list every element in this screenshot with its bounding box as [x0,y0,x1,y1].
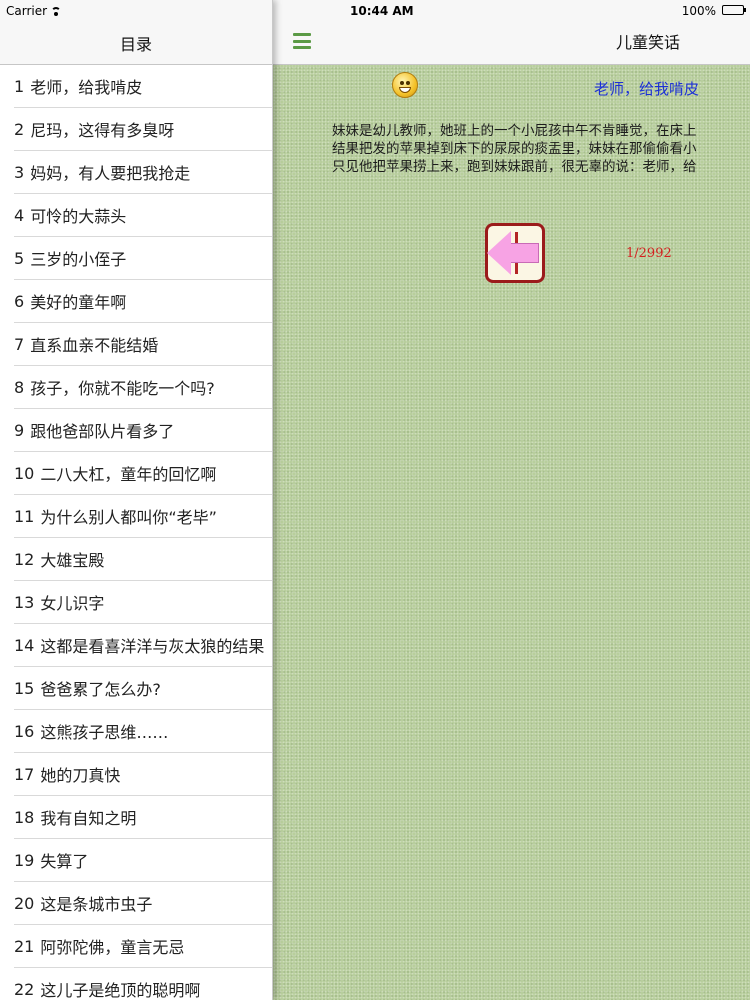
toc-item-number: 21 [14,936,35,956]
smiley-face-icon [392,72,418,98]
reader-title: 儿童笑话 [615,33,680,52]
wifi-icon [51,7,63,16]
toc-item-title: 三岁的小侄子 [30,250,127,269]
reader-pane: 10:44 AM 100% 儿童笑话 老师，给我啃皮 妹妹是幼儿教师，她班上的一… [273,0,750,1000]
toc-title: 目录 [119,35,152,54]
toc-item-title: 可怜的大蒜头 [30,207,127,226]
toc-item-number: 8 [14,377,25,397]
hamburger-menu-icon[interactable] [293,33,311,49]
toc-item[interactable]: 11 为什么别人都叫你“老毕” [14,495,272,538]
toc-item[interactable]: 2 尼玛，这得有多臭呀 [14,108,272,151]
toc-item-title: 爸爸累了怎么办? [40,680,161,699]
toc-nav-bar: 目录 [0,22,272,65]
joke-title: 老师，给我啃皮 [594,80,700,98]
toc-item-title: 美好的童年啊 [30,293,127,312]
toc-item[interactable]: 5 三岁的小侄子 [14,237,272,280]
battery-icon [722,5,746,15]
status-time: 10:44 AM [350,4,414,18]
toc-item-number: 15 [14,678,35,698]
toc-item-number: 16 [14,721,35,741]
toc-item[interactable]: 7 直系血亲不能结婚 [14,323,272,366]
toc-item-number: 10 [14,463,35,483]
toc-item[interactable]: 3 妈妈，有人要把我抢走 [14,151,272,194]
toc-item-title: 妈妈，有人要把我抢走 [30,164,191,183]
toc-item-title: 尼玛，这得有多臭呀 [30,121,175,140]
toc-sidebar: Carrier 目录 1 老师，给我啃皮 2 尼玛，这得有多臭呀 3 妈妈，有人要把我抢走… [0,0,273,1000]
toc-item[interactable]: 14 这都是看喜洋洋与灰太狼的结果 [14,624,272,667]
toc-item-number: 7 [14,334,25,354]
toc-item-title: 跟他爸部队片看多了 [30,422,175,441]
joke-line: 只见他把苹果捞上来，跑到妹妹跟前，很无辜的说：老师，给 [332,159,697,175]
toc-item-title: 孩子，你就不能吃一个吗? [30,379,215,398]
toc-item-title: 大雄宝殿 [40,551,105,570]
toc-item-title: 这都是看喜洋洋与灰太狼的结果 [40,637,265,656]
status-bar-right: 10:44 AM 100% [273,0,750,22]
toc-item-number: 14 [14,635,35,655]
back-arrow-icon[interactable] [485,223,545,283]
toc-item-number: 22 [14,979,35,999]
toc-item-title: 为什么别人都叫你“老毕” [40,508,217,527]
toc-item[interactable]: 12 大雄宝殿 [14,538,272,581]
carrier-text: Carrier [6,4,48,18]
toc-item[interactable]: 20 这是条城市虫子 [14,882,272,925]
toc-item[interactable]: 15 爸爸累了怎么办? [14,667,272,710]
toc-item-number: 5 [14,248,25,268]
toc-item[interactable]: 4 可怜的大蒜头 [14,194,272,237]
toc-item[interactable]: 22 这儿子是绝顶的聪明啊 [14,968,272,1000]
toc-item[interactable]: 17 她的刀真快 [14,753,272,796]
toc-item-title: 老师，给我啃皮 [30,78,143,97]
toc-item-number: 12 [14,549,35,569]
toc-item-title: 直系血亲不能结婚 [30,336,159,355]
toc-item-number: 19 [14,850,35,870]
toc-item[interactable]: 10 二八大杠，童年的回忆啊 [14,452,272,495]
toc-item-title: 二八大杠，童年的回忆啊 [40,465,217,484]
toc-item-number: 13 [14,592,35,612]
page-counter: 1/2992 [626,246,672,261]
toc-item-title: 她的刀真快 [40,766,121,785]
toc-item-number: 20 [14,893,35,913]
toc-item-title: 这是条城市虫子 [40,895,153,914]
toc-item-number: 1 [14,76,25,96]
toc-item[interactable]: 18 我有自知之明 [14,796,272,839]
toc-item[interactable]: 16 这熊孩子思维…… [14,710,272,753]
joke-line: 妹妹是幼儿教师，她班上的一个小屁孩中午不肯睡觉，在床上 [332,123,697,139]
toc-item-number: 4 [14,205,25,225]
battery-percent: 100% [681,4,716,18]
toc-item[interactable]: 21 阿弥陀佛，童言无忌 [14,925,272,968]
toc-item-title: 失算了 [40,852,89,871]
reader-nav-bar: 儿童笑话 [273,22,750,65]
carrier-label: Carrier [6,4,63,18]
status-bar-left: Carrier [0,0,272,22]
toc-item[interactable]: 8 孩子，你就不能吃一个吗? [14,366,272,409]
toc-item-number: 18 [14,807,35,827]
joke-line: 结果把发的苹果掉到床下的尿尿的痰盂里，妹妹在那偷偷看小 [332,141,697,157]
joke-body: 妹妹是幼儿教师，她班上的一个小屁孩中午不肯睡觉，在床上 结果把发的苹果掉到床下的… [332,122,750,176]
toc-item-number: 17 [14,764,35,784]
toc-item-title: 这儿子是绝顶的聪明啊 [40,981,201,1000]
toc-item-title: 阿弥陀佛，童言无忌 [40,938,185,957]
toc-item[interactable]: 19 失算了 [14,839,272,882]
toc-item-number: 3 [14,162,25,182]
toc-list: 1 老师，给我啃皮 2 尼玛，这得有多臭呀 3 妈妈，有人要把我抢走 4 可怜的大蒜头 5 三岁的… [0,65,272,1000]
toc-item-number: 2 [14,119,25,139]
toc-item-number: 9 [14,420,25,440]
toc-item-number: 6 [14,291,25,311]
toc-item-number: 11 [14,506,35,526]
toc-item-title: 我有自知之明 [40,809,137,828]
toc-item[interactable]: 6 美好的童年啊 [14,280,272,323]
toc-item[interactable]: 13 女儿识字 [14,581,272,624]
toc-item[interactable]: 9 跟他爸部队片看多了 [14,409,272,452]
toc-item[interactable]: 1 老师，给我啃皮 [14,65,272,108]
toc-item-title: 女儿识字 [40,594,105,613]
toc-item-title: 这熊孩子思维…… [40,723,169,742]
